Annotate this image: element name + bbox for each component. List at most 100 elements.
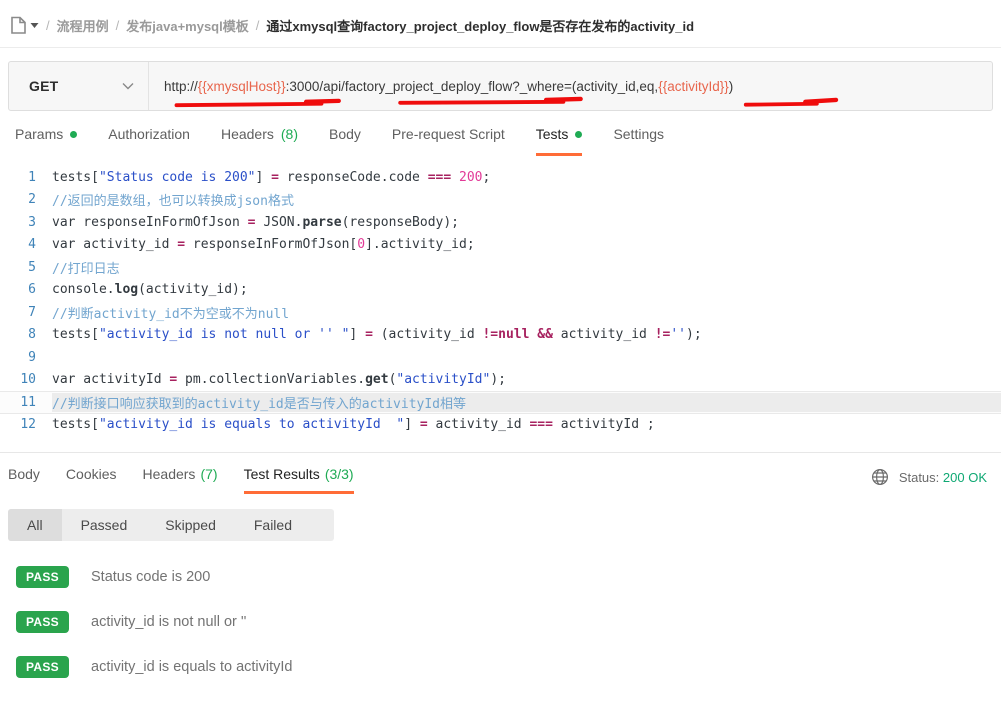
code-line-10[interactable]: 10var activityId = pm.collectionVariable…	[0, 369, 1001, 392]
response-status: Status: 200 OK	[871, 466, 987, 486]
tab-params[interactable]: Params	[15, 126, 77, 156]
tab-label: Authorization	[108, 126, 190, 142]
test-result-row: PASS Status code is 200	[0, 566, 1001, 588]
breadcrumb-separator: /	[256, 18, 260, 33]
line-number: 5	[0, 260, 52, 275]
url-text: http://	[164, 79, 198, 94]
pass-badge: PASS	[16, 566, 69, 588]
tab-tests[interactable]: Tests	[536, 126, 583, 156]
code-text: tests["Status code is 200"] = responseCo…	[52, 170, 1001, 185]
tab-pre-request-script[interactable]: Pre-request Script	[392, 126, 505, 156]
tab-label: Headers	[221, 126, 274, 142]
code-text: //返回的是数组，也可以转换成json格式	[52, 190, 1001, 209]
code-line-12[interactable]: 12tests["activity_id is equals to activi…	[0, 414, 1001, 437]
line-number: 12	[0, 417, 52, 432]
response-section-header: Body Cookies Headers(7) Test Results (3/3) S…	[0, 452, 1001, 494]
tab-label: Tests	[536, 126, 569, 142]
request-document-icon[interactable]	[10, 16, 39, 35]
green-dot-icon	[575, 131, 582, 138]
code-line-3[interactable]: 3var responseInFormOfJson = JSON.parse(r…	[0, 211, 1001, 234]
code-line-6[interactable]: 6console.log(activity_id);	[0, 279, 1001, 302]
method-label: GET	[29, 78, 58, 94]
code-line-8[interactable]: 8tests["activity_id is not null or '' "]…	[0, 324, 1001, 347]
tab-label: Settings	[613, 126, 664, 142]
code-text: //判断接口响应获取到的activity_id是否与传入的activityId相…	[52, 393, 1001, 412]
tab-label: Pre-request Script	[392, 126, 505, 142]
url-text: :3000/api/factory_project_deploy_flow?_w…	[286, 79, 659, 94]
request-url-bar: GET http://{{xmysqlHost}}:3000/api/facto…	[8, 61, 993, 111]
response-tab-body[interactable]: Body	[8, 466, 40, 494]
caret-down-icon	[30, 22, 39, 29]
test-result-filters: AllPassedSkippedFailed	[8, 509, 334, 541]
test-result-row: PASS activity_id is equals to activityId	[0, 656, 1001, 678]
tab-count: (7)	[200, 466, 217, 482]
response-tab-cookies[interactable]: Cookies	[66, 466, 117, 494]
request-title: 通过xmysql查询factory_project_deploy_flow是否存…	[266, 16, 694, 35]
tab-settings[interactable]: Settings	[613, 126, 664, 156]
response-tab-headers[interactable]: Headers(7)	[143, 466, 218, 494]
code-text: tests["activity_id is not null or '' "] …	[52, 327, 1001, 342]
line-number: 1	[0, 170, 52, 185]
code-text: var responseInFormOfJson = JSON.parse(re…	[52, 215, 1001, 230]
method-dropdown[interactable]: GET	[9, 62, 149, 110]
test-name: activity_id is not null or ''	[91, 614, 246, 630]
code-line-2[interactable]: 2//返回的是数组，也可以转换成json格式	[0, 189, 1001, 212]
status-value: 200 OK	[943, 470, 987, 485]
code-line-9[interactable]: 9	[0, 346, 1001, 369]
test-results-list: PASS Status code is 200 PASS activity_id is…	[0, 566, 1001, 678]
line-number: 8	[0, 327, 52, 342]
code-line-7[interactable]: 7//判断activity_id不为空或不为null	[0, 301, 1001, 324]
tab-label: Test Results	[244, 466, 320, 482]
line-number: 7	[0, 305, 52, 320]
breadcrumb-item-folder[interactable]: 发布java+mysql模板	[126, 16, 248, 35]
breadcrumb-separator: /	[116, 18, 120, 33]
tab-count: (3/3)	[325, 466, 354, 482]
code-line-11[interactable]: 11//判断接口响应获取到的activity_id是否与传入的activityI…	[0, 391, 1001, 414]
test-name: activity_id is equals to activityId	[91, 659, 292, 675]
tab-label: Cookies	[66, 466, 117, 482]
tab-headers[interactable]: Headers (8)	[221, 126, 298, 156]
url-variable: {{xmysqlHost}}	[198, 79, 286, 94]
line-number: 11	[0, 395, 52, 410]
code-line-1[interactable]: 1tests["Status code is 200"] = responseC…	[0, 166, 1001, 189]
request-tabs: Params Authorization Headers (8) Body Pre-req…	[0, 111, 1001, 156]
code-text: //打印日志	[52, 258, 1001, 277]
filter-all[interactable]: All	[8, 509, 62, 541]
tab-label: Params	[15, 126, 63, 142]
line-number: 4	[0, 237, 52, 252]
url-text: )	[729, 79, 734, 94]
test-name: Status code is 200	[91, 569, 210, 585]
url-input[interactable]: http://{{xmysqlHost}}:3000/api/factory_p…	[149, 79, 992, 94]
chevron-down-icon	[122, 82, 134, 90]
tab-label: Headers	[143, 466, 196, 482]
line-number: 9	[0, 350, 52, 365]
code-line-5[interactable]: 5//打印日志	[0, 256, 1001, 279]
doc-icon	[10, 16, 27, 35]
test-result-row: PASS activity_id is not null or ''	[0, 611, 1001, 633]
pass-badge: PASS	[16, 611, 69, 633]
tab-authorization[interactable]: Authorization	[108, 126, 190, 156]
filter-skipped[interactable]: Skipped	[146, 509, 235, 541]
filter-passed[interactable]: Passed	[62, 509, 147, 541]
line-number: 10	[0, 372, 52, 387]
filter-failed[interactable]: Failed	[235, 509, 311, 541]
pass-badge: PASS	[16, 656, 69, 678]
breadcrumb-item-collection[interactable]: 流程用例	[57, 16, 109, 35]
tab-label: Body	[329, 126, 361, 142]
tab-label: Body	[8, 466, 40, 482]
code-text: //判断activity_id不为空或不为null	[52, 303, 1001, 322]
url-variable: {{activityId}}	[658, 79, 729, 94]
code-text: console.log(activity_id);	[52, 282, 1001, 297]
tab-count: (8)	[281, 126, 298, 142]
code-text: var activity_id = responseInFormOfJson[0…	[52, 237, 1001, 252]
response-tab-test-results[interactable]: Test Results (3/3)	[244, 466, 354, 494]
code-line-4[interactable]: 4var activity_id = responseInFormOfJson[…	[0, 234, 1001, 257]
code-text: var activityId = pm.collectionVariables.…	[52, 372, 1001, 387]
line-number: 3	[0, 215, 52, 230]
response-tabs: Body Cookies Headers(7) Test Results (3/3)	[8, 466, 871, 494]
breadcrumb: / 流程用例 / 发布java+mysql模板 / 通过xmysql查询fact…	[0, 0, 1001, 48]
line-number: 2	[0, 192, 52, 207]
tab-body[interactable]: Body	[329, 126, 361, 156]
breadcrumb-separator: /	[46, 18, 50, 33]
tests-code-editor[interactable]: 1tests["Status code is 200"] = responseC…	[0, 166, 1001, 436]
